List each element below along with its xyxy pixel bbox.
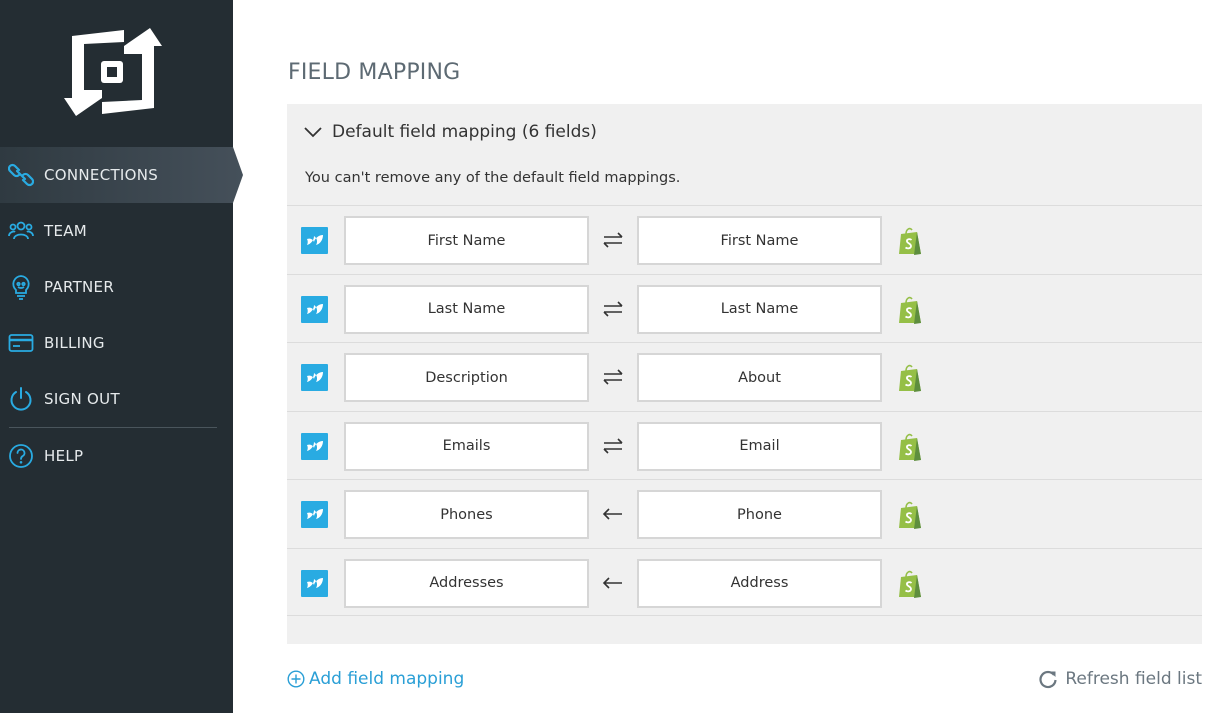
shopify-icon [899, 570, 921, 598]
mapping-row: First Name First Name [287, 205, 1202, 274]
sidebar-item-team[interactable]: TEAM [0, 203, 243, 259]
target-field[interactable]: About [637, 353, 882, 402]
arrow-left-icon [602, 508, 622, 520]
source-app-checkbox[interactable] [301, 501, 328, 528]
chevron-down-icon [304, 127, 322, 138]
sidebar-item-label: PARTNER [44, 278, 115, 296]
mapping-row: Phones Phone [287, 479, 1202, 548]
sidebar-item-label: BILLING [44, 334, 105, 352]
sidebar-item-help[interactable]: HELP [0, 428, 243, 484]
sync-both-arrows-icon [603, 232, 623, 248]
link-icon [8, 163, 34, 187]
shopify-icon [899, 227, 921, 255]
source-app-checkbox[interactable] [301, 364, 328, 391]
add-field-mapping-link[interactable]: Add field mapping [287, 669, 464, 689]
sidebar-item-label: TEAM [44, 222, 88, 240]
target-field[interactable]: Phone [637, 490, 882, 539]
mapping-row: Emails Email [287, 410, 1202, 480]
sidebar-item-connections[interactable]: CONNECTIONS [0, 147, 243, 203]
sidebar-item-label: CONNECTIONS [44, 166, 159, 184]
leaf-icon [307, 372, 323, 382]
plus-circle-icon [287, 670, 305, 688]
panel-title: Default field mapping (6 fields) [332, 122, 597, 142]
sync-both-arrows-icon [603, 300, 623, 317]
sidebar-item-label: SIGN OUT [44, 390, 120, 408]
leaf-icon [307, 303, 323, 314]
shopify-icon [899, 501, 921, 529]
leaf-icon [307, 577, 323, 588]
leaf-icon [307, 440, 323, 451]
target-field[interactable]: Email [637, 421, 882, 471]
refresh-field-list-label: Refresh field list [1065, 669, 1202, 689]
source-app-checkbox[interactable] [301, 295, 328, 323]
source-field[interactable]: Emails [344, 421, 589, 471]
brand-logo-icon[interactable] [62, 28, 164, 116]
sidebar-item-partner[interactable]: PARTNER [0, 259, 243, 315]
refresh-field-list-link[interactable]: Refresh field list [1038, 669, 1202, 689]
default-mapping-toggle[interactable]: Default field mapping (6 fields) [303, 122, 597, 142]
source-field[interactable]: Addresses [344, 558, 589, 608]
leaf-icon [307, 509, 323, 519]
sync-both-arrows-icon [603, 437, 623, 454]
source-field[interactable]: First Name [344, 216, 589, 265]
lightbulb-icon [12, 275, 30, 300]
source-field[interactable]: Phones [344, 490, 589, 539]
source-app-checkbox[interactable] [301, 569, 328, 597]
arrow-left-icon [602, 576, 622, 589]
team-icon [8, 221, 34, 240]
credit-card-icon [8, 334, 34, 352]
mapping-row: Description About [287, 342, 1202, 411]
leaf-icon [307, 235, 323, 245]
target-field[interactable]: Last Name [637, 284, 882, 334]
sidebar: CONNECTIONS TEAM PARTNER BILLING SIGN OU… [0, 0, 243, 713]
power-icon [10, 387, 32, 411]
sidebar-item-sign-out[interactable]: SIGN OUT [0, 371, 243, 427]
refresh-icon [1039, 670, 1057, 689]
source-app-checkbox[interactable] [301, 227, 328, 254]
sidebar-item-billing[interactable]: BILLING [0, 315, 243, 371]
mapping-row: Addresses Address [287, 547, 1202, 616]
target-field[interactable]: First Name [637, 216, 882, 265]
shopify-icon [899, 296, 921, 324]
source-field[interactable]: Description [344, 353, 589, 402]
shopify-icon [899, 364, 921, 392]
default-mapping-panel: Default field mapping (6 fields) You can… [287, 104, 1202, 644]
panel-note: You can't remove any of the default fiel… [305, 170, 681, 186]
sync-both-arrows-icon [603, 369, 623, 385]
add-field-mapping-label: Add field mapping [309, 669, 465, 689]
mapping-row: Last Name Last Name [287, 273, 1202, 343]
help-icon [9, 444, 33, 468]
target-field[interactable]: Address [637, 558, 882, 608]
source-field[interactable]: Last Name [344, 284, 589, 334]
source-app-checkbox[interactable] [301, 432, 328, 460]
shopify-icon [899, 433, 921, 461]
page-title: FIELD MAPPING [288, 60, 461, 85]
sidebar-item-label: HELP [44, 447, 84, 465]
sidebar-nav: CONNECTIONS TEAM PARTNER BILLING SIGN OU… [0, 147, 243, 484]
mapping-rows: First Name First Name Last Name Last Name De… [287, 205, 1202, 616]
